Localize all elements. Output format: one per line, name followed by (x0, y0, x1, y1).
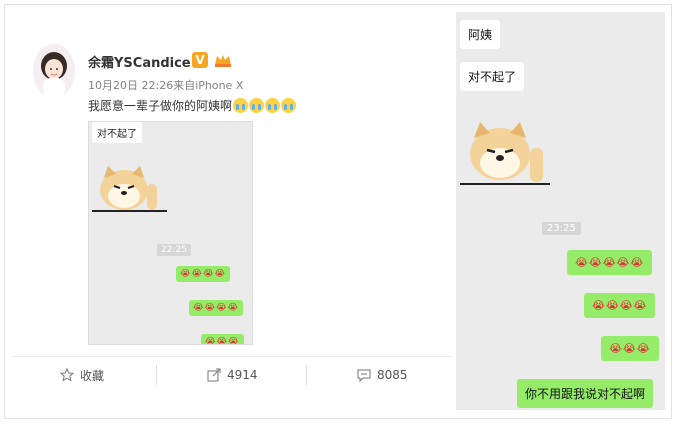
chat-bubble-sent: 😭😭😭😭 (584, 293, 656, 318)
crying-emoji-icon (233, 98, 249, 113)
verified-badge: V (192, 52, 208, 68)
shiba-sticker (92, 166, 167, 212)
avatar[interactable] (33, 44, 75, 98)
post-text-content: 我愿意一辈子做你的阿姨啊 (88, 99, 233, 113)
comment-count: 8085 (377, 368, 408, 382)
comment-button[interactable]: 8085 (357, 364, 408, 386)
post-image-thumbnail[interactable]: 对不起了 22:25 😭😭😭😭 😭😭😭😭 😭😭😭 (88, 121, 253, 345)
post-meta: 10月20日 22:26来自iPhone X (88, 79, 244, 92)
crying-emoji-icon (281, 98, 297, 113)
favorite-button[interactable]: 收藏 (60, 364, 104, 386)
avatar-image (33, 44, 75, 98)
star-icon (60, 368, 74, 382)
thumb-green-bubble: 😭😭😭😭 (176, 266, 231, 282)
repost-count: 4914 (227, 368, 258, 382)
thumb-green-bubble: 😭😭😭 (201, 334, 244, 344)
member-crown-icon (213, 52, 233, 68)
repost-button[interactable]: 4914 (207, 364, 258, 386)
comment-icon (357, 369, 371, 382)
chat-bubble-sent: 😭😭😭😭😭 (567, 250, 653, 275)
shiba-sticker (460, 122, 550, 185)
action-separator (306, 365, 307, 385)
share-icon (207, 368, 221, 382)
chat-bubble-received: 阿姨 (460, 20, 501, 49)
thumb-bubble: 对不起了 (92, 122, 142, 143)
favorite-label: 收藏 (80, 368, 105, 383)
action-separator (156, 365, 157, 385)
chat-timestamp: 23:25 (542, 222, 581, 235)
actions-divider (12, 356, 452, 357)
chat-bubble-sent: 你不用跟我说对不起啊 (517, 379, 654, 408)
post-text: 我愿意一辈子做你的阿姨啊 (88, 97, 297, 114)
chat-bubble-received: 对不起了 (460, 62, 525, 91)
chat-bubble-sent: 😭😭😭 (601, 336, 659, 361)
thumb-green-bubble: 😭😭😭😭 (189, 300, 244, 316)
crying-emoji-icon (249, 98, 265, 113)
chat-screenshot: 阿姨 对不起了 23:25 😭😭😭😭😭 😭😭😭😭 😭😭😭 你不用跟我说对不起啊 (456, 12, 665, 410)
username[interactable]: 余霜YSCandice (88, 52, 191, 71)
crying-emoji-icon (265, 98, 281, 113)
thumb-timestamp: 22:25 (157, 244, 191, 256)
